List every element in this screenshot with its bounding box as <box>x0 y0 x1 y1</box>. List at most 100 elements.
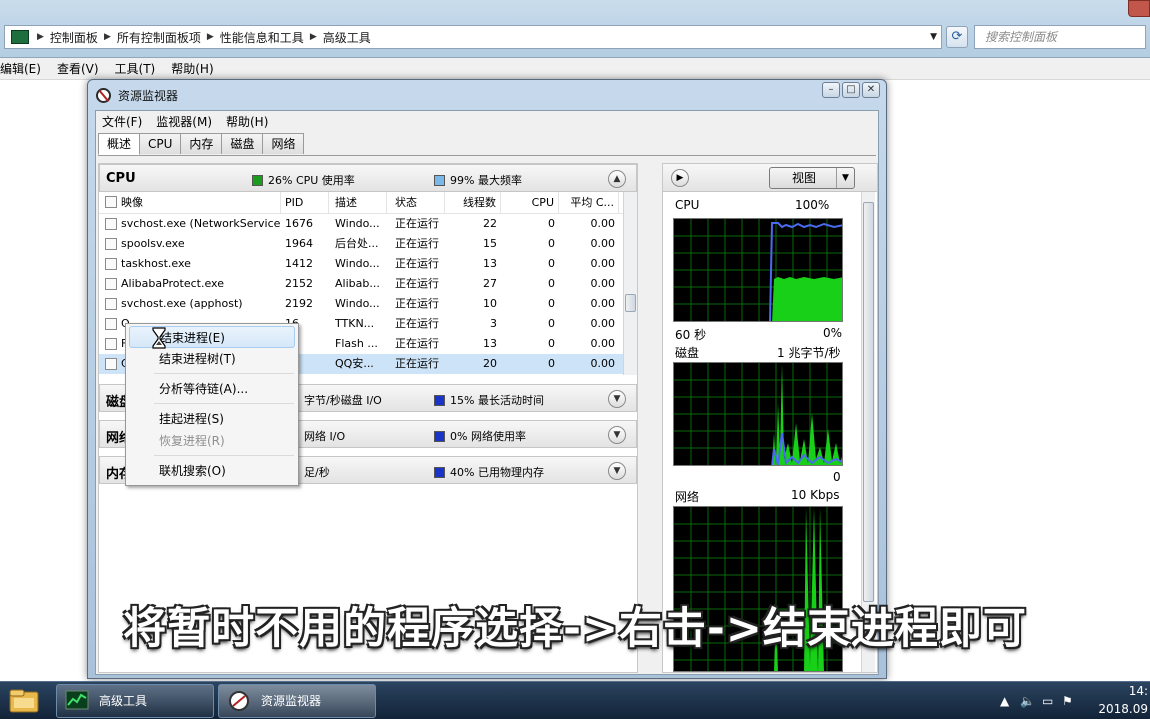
menu-search-online[interactable]: 联机搜索(O) <box>129 460 295 482</box>
breadcrumb-arrow-icon[interactable]: ▶ <box>207 32 214 42</box>
taskbar-advanced-tools[interactable]: 高级工具 <box>56 684 214 718</box>
expand-icon[interactable]: ▶ <box>671 169 689 187</box>
table-row[interactable]: AlibabaProtect.exe 2152 Alibab... 正在运行 27 0 0.… <box>99 274 623 294</box>
network-icon[interactable]: ▭ <box>1042 694 1053 708</box>
cpu-graph-time: 60 秒 <box>675 328 707 342</box>
row-checkbox[interactable] <box>105 218 117 230</box>
column-status[interactable]: 状态 <box>395 192 445 214</box>
cell-desc: Windo... <box>335 257 380 270</box>
expand-icon[interactable]: ▼ <box>608 462 626 480</box>
clock-date[interactable]: 2018.09 <box>1098 702 1148 716</box>
menu-analyze-wait-chain[interactable]: 分析等待链(A)... <box>129 378 295 400</box>
scrollbar-thumb[interactable] <box>625 294 636 312</box>
disk-graph-min: 0 <box>833 470 841 484</box>
cell-cpu: 0 <box>548 257 555 270</box>
cpu-usage-indicator: 26% CPU 使用率 <box>252 172 355 188</box>
row-checkbox[interactable] <box>105 258 117 270</box>
menu-edit[interactable]: 编辑(E) <box>0 60 41 77</box>
table-row[interactable]: svchost.exe (apphost) 2192 Windo... 正在运行 10 0… <box>99 294 623 314</box>
menu-file[interactable]: 文件(F) <box>102 113 142 130</box>
tab-overview[interactable]: 概述 <box>98 133 141 155</box>
table-row[interactable]: taskhost.exe 1412 Windo... 正在运行 13 0 0.00 <box>99 254 623 274</box>
cell-cpu: 0 <box>548 237 555 250</box>
row-checkbox[interactable] <box>105 238 117 250</box>
cell-avg: 0.00 <box>590 297 616 310</box>
file-explorer-icon[interactable] <box>4 684 44 718</box>
chevron-down-icon[interactable]: ▼ <box>930 32 937 42</box>
row-checkbox[interactable] <box>105 338 117 350</box>
row-checkbox[interactable] <box>105 278 117 290</box>
menu-help[interactable]: 帮助(H) <box>226 113 268 130</box>
refresh-button[interactable]: ⟳ <box>946 26 968 48</box>
view-button[interactable]: 视图 ▼ <box>769 167 855 189</box>
table-row[interactable]: svchost.exe (NetworkService) 1676 Windo...… <box>99 214 623 234</box>
column-image[interactable]: 映像 <box>121 192 281 214</box>
cell-threads: 13 <box>483 257 497 270</box>
expand-icon[interactable]: ▼ <box>608 426 626 444</box>
tab-divider <box>98 155 876 156</box>
column-pid[interactable]: PID <box>285 192 329 214</box>
row-checkbox[interactable] <box>105 298 117 310</box>
menu-suspend-process[interactable]: 挂起进程(S) <box>129 408 295 430</box>
minimize-button[interactable]: – <box>822 82 840 98</box>
explorer-toolbar: ▶ 控制面板 ▶ 所有控制面板项 ▶ 性能信息和工具 ▶ 高级工具 ▼ ⟳ 搜索… <box>0 0 1150 58</box>
tab-strip: 概述 CPU 内存 磁盘 网络 <box>98 133 305 155</box>
table-row[interactable]: spoolsv.exe 1964 后台处... 正在运行 15 0 0.00 <box>99 234 623 254</box>
breadcrumb-arrow-icon[interactable]: ▶ <box>310 32 317 42</box>
cell-status: 正在运行 <box>395 217 439 230</box>
breadcrumb-arrow-icon[interactable]: ▶ <box>104 32 111 42</box>
column-cpu[interactable]: CPU <box>507 192 559 214</box>
scrollbar-thumb[interactable] <box>863 202 874 602</box>
cell-cpu: 0 <box>548 277 555 290</box>
maximize-button[interactable]: □ <box>842 82 860 98</box>
cell-desc: Windo... <box>335 297 380 310</box>
menu-monitor[interactable]: 监视器(M) <box>156 113 212 130</box>
tab-cpu[interactable]: CPU <box>139 133 182 154</box>
cell-avg: 0.00 <box>590 257 616 270</box>
collapse-icon[interactable]: ▲ <box>608 170 626 188</box>
breadcrumb-all-items[interactable]: 所有控制面板项 <box>117 29 201 46</box>
expand-icon[interactable]: ▼ <box>608 390 626 408</box>
row-checkbox[interactable] <box>105 358 117 370</box>
show-hidden-icons-icon[interactable]: ▲ <box>1000 694 1009 708</box>
tab-disk[interactable]: 磁盘 <box>221 133 264 154</box>
process-table-scrollbar[interactable] <box>623 192 637 375</box>
menu-view[interactable]: 查看(V) <box>57 60 99 77</box>
memory-faults-indicator: 足/秒 <box>304 464 330 480</box>
system-tray: ▲ 🔈 ▭ ⚑ 14: 2018.09 <box>990 682 1150 719</box>
column-description[interactable]: 描述 <box>335 192 387 214</box>
window-title: 资源监视器 <box>118 89 179 103</box>
chevron-down-icon[interactable]: ▼ <box>836 168 854 188</box>
action-center-icon[interactable]: ⚑ <box>1062 694 1073 708</box>
address-bar[interactable]: ▶ 控制面板 ▶ 所有控制面板项 ▶ 性能信息和工具 ▶ 高级工具 ▼ <box>4 25 942 49</box>
cell-threads: 3 <box>490 317 497 330</box>
search-input[interactable]: 搜索控制面板 <box>974 25 1146 49</box>
close-button[interactable]: ✕ <box>862 82 880 98</box>
breadcrumb-advanced-tools[interactable]: 高级工具 <box>323 29 371 46</box>
network-usage-indicator: 0% 网络使用率 <box>434 428 526 444</box>
breadcrumb-control-panel[interactable]: 控制面板 <box>50 29 98 46</box>
taskbar-resource-monitor[interactable]: 资源监视器 <box>218 684 376 718</box>
menu-end-process-tree[interactable]: 结束进程树(T) <box>129 348 295 370</box>
cell-pid: 1412 <box>285 257 313 270</box>
menu-help[interactable]: 帮助(H) <box>171 60 213 77</box>
volume-icon[interactable]: 🔈 <box>1020 694 1035 708</box>
tab-memory[interactable]: 内存 <box>180 133 223 154</box>
row-checkbox[interactable] <box>105 318 117 330</box>
title-bar[interactable]: 资源监视器 – □ ✕ <box>88 80 886 108</box>
breadcrumb-arrow-icon[interactable]: ▶ <box>37 32 44 42</box>
breadcrumb-performance-tools[interactable]: 性能信息和工具 <box>220 29 304 46</box>
cpu-graph-max: 100% <box>795 198 830 212</box>
clock-time[interactable]: 14: <box>1129 684 1148 698</box>
cell-image: svchost.exe (NetworkService) <box>121 217 281 230</box>
menu-tools[interactable]: 工具(T) <box>115 60 156 77</box>
cell-avg: 0.00 <box>590 357 616 370</box>
tab-network[interactable]: 网络 <box>262 133 305 154</box>
cpu-frequency-indicator: 99% 最大频率 <box>434 172 522 188</box>
column-avg-cpu[interactable]: 平均 C... <box>565 192 619 214</box>
network-graph-max: 10 Kbps <box>791 488 840 502</box>
close-window-button[interactable] <box>1128 0 1150 17</box>
column-threads[interactable]: 线程数 <box>451 192 501 214</box>
select-all-checkbox[interactable] <box>105 196 117 208</box>
cpu-panel-header[interactable]: CPU 26% CPU 使用率 99% 最大频率 ▲ <box>99 164 637 192</box>
